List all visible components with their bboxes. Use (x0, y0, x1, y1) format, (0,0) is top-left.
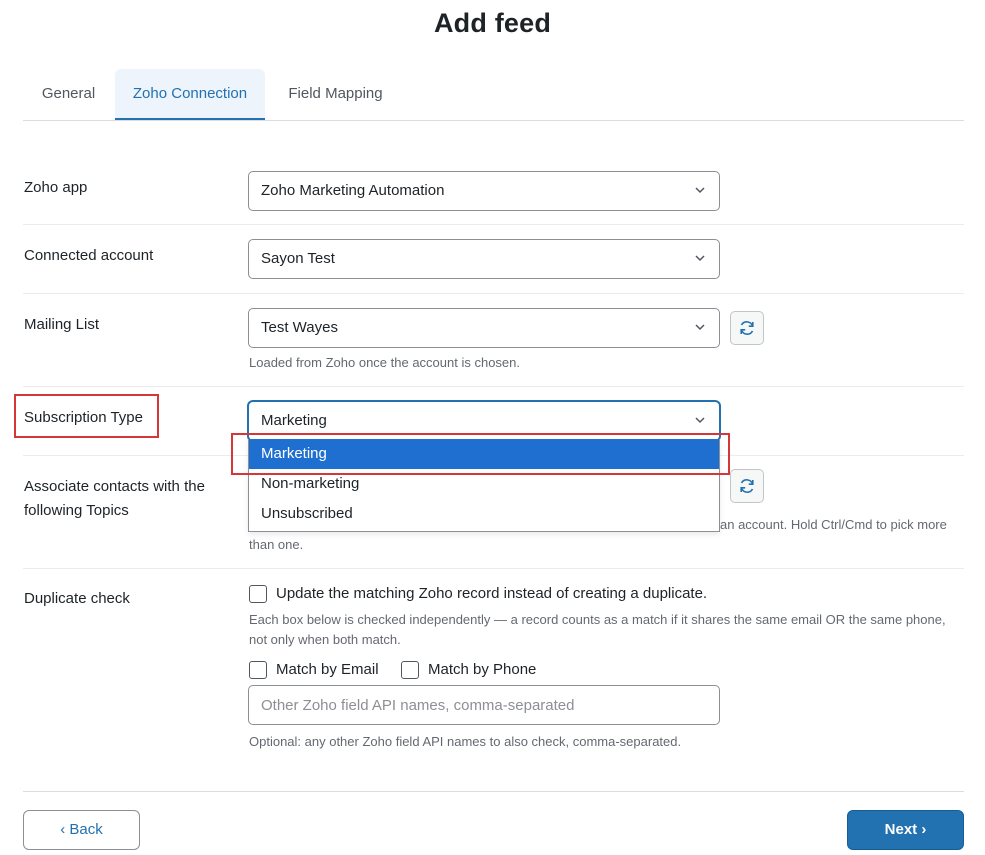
update-record-label: Update the matching Zoho record instead … (276, 585, 708, 602)
connected-account-label: Connected account (24, 247, 154, 264)
tab-general[interactable]: General (23, 69, 114, 120)
row-divider (23, 224, 964, 225)
mailing-list-value: Test Wayes (261, 319, 338, 336)
topics-help-line2: than one. (249, 537, 304, 552)
row-divider (23, 386, 964, 387)
other-fields-help: Optional: any other Zoho field API names… (249, 734, 682, 749)
update-record-checkbox[interactable] (249, 585, 267, 603)
duplicate-check-label: Duplicate check (24, 590, 130, 607)
zoho-app-label: Zoho app (24, 179, 88, 196)
tab-bar: General Zoho Connection Field Mapping (23, 69, 964, 121)
mailing-list-select[interactable]: Test Wayes (248, 308, 720, 348)
topics-label-line2: following Topics (24, 502, 129, 519)
page-title: Add feed (433, 8, 552, 38)
option-unsubscribed[interactable]: Unsubscribed (249, 499, 719, 529)
refresh-topics-button[interactable] (730, 469, 764, 503)
next-button[interactable]: Next › (847, 810, 964, 850)
row-divider (23, 568, 964, 569)
match-email-checkbox[interactable] (249, 661, 267, 679)
zoho-app-value: Zoho Marketing Automation (261, 182, 445, 199)
match-phone-label: Match by Phone (428, 661, 537, 678)
topics-help-line1: an account. Hold Ctrl/Cmd to pick more (720, 517, 947, 532)
tab-zoho-connection[interactable]: Zoho Connection (115, 69, 265, 120)
refresh-icon (740, 479, 754, 493)
duplicate-help-line1: Each box below is checked independently … (249, 612, 946, 627)
match-phone-checkbox[interactable] (401, 661, 419, 679)
option-highlight-box (231, 433, 730, 475)
subscription-type-label: Subscription Type (24, 409, 143, 426)
duplicate-help-line2: not only when both match. (249, 632, 401, 647)
back-button[interactable]: ‹ Back (23, 810, 140, 850)
footer-divider (23, 791, 964, 792)
connected-account-value: Sayon Test (261, 250, 335, 267)
chevron-down-icon (695, 324, 705, 331)
chevron-down-icon (695, 417, 705, 424)
subscription-type-value: Marketing (261, 412, 327, 429)
match-email-label: Match by Email (276, 661, 379, 678)
zoho-app-select[interactable]: Zoho Marketing Automation (248, 171, 720, 211)
chevron-down-icon (695, 187, 705, 194)
mailing-list-label: Mailing List (24, 316, 100, 333)
connected-account-select[interactable]: Sayon Test (248, 239, 720, 279)
row-divider (23, 293, 964, 294)
refresh-mailing-list-button[interactable] (730, 311, 764, 345)
refresh-icon (740, 321, 754, 335)
other-fields-input[interactable] (248, 685, 720, 725)
mailing-list-help: Loaded from Zoho once the account is cho… (249, 355, 521, 370)
tab-field-mapping[interactable]: Field Mapping (273, 69, 398, 120)
topics-label-line1: Associate contacts with the (24, 478, 205, 495)
chevron-down-icon (695, 255, 705, 262)
